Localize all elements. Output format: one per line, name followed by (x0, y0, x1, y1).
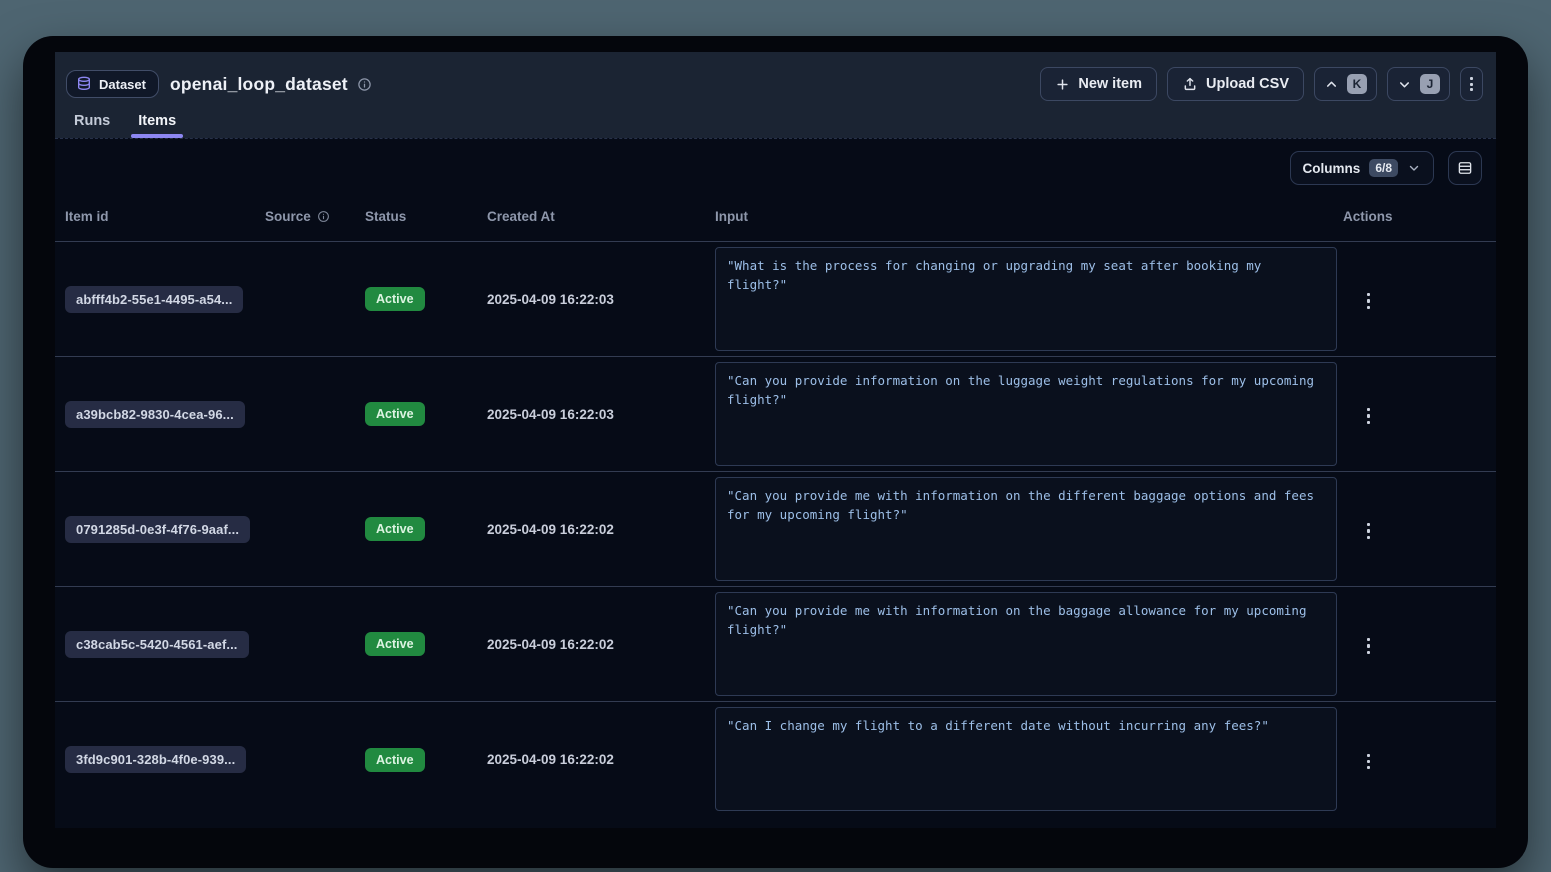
page-title: openai_loop_dataset (170, 74, 348, 95)
table-row[interactable]: 3fd9c901-328b-4f0e-939... Active 2025-04… (55, 702, 1496, 817)
row-height-button[interactable] (1448, 151, 1482, 185)
keycap-j: J (1420, 74, 1440, 94)
row-actions-menu-button[interactable] (1361, 287, 1376, 315)
app-header: Dataset openai_loop_dataset New item Upl… (55, 52, 1496, 138)
item-id-pill[interactable]: c38cab5c-5420-4561-aef... (65, 631, 249, 658)
table-row[interactable]: c38cab5c-5420-4561-aef... Active 2025-04… (55, 587, 1496, 702)
row-actions-menu-button[interactable] (1361, 632, 1376, 660)
column-header-input: Input (715, 209, 1343, 224)
header-overflow-menu-button[interactable] (1460, 67, 1483, 101)
chevron-down-icon (1397, 77, 1412, 92)
status-badge: Active (365, 517, 425, 541)
input-json-box[interactable]: "Can you provide me with information on … (715, 477, 1337, 581)
items-panel: Columns 6/8 Item id Source Status Create… (55, 138, 1496, 828)
column-header-status: Status (365, 209, 487, 224)
input-json-box[interactable]: "What is the process for changing or upg… (715, 247, 1337, 351)
status-badge: Active (365, 632, 425, 656)
table-toolbar: Columns 6/8 (55, 139, 1496, 191)
new-item-button[interactable]: New item (1040, 67, 1157, 101)
column-header-created-at: Created At (487, 209, 715, 224)
kebab-icon (1470, 77, 1473, 91)
dataset-badge-label: Dataset (99, 77, 146, 92)
dataset-tabs: Runs Items (66, 113, 1483, 138)
created-at-cell: 2025-04-09 16:22:02 (487, 522, 715, 537)
table-row[interactable]: a39bcb82-9830-4cea-96... Active 2025-04-… (55, 357, 1496, 472)
item-id-pill[interactable]: abfff4b2-55e1-4495-a54... (65, 286, 243, 313)
upload-csv-label: Upload CSV (1206, 76, 1289, 92)
columns-label: Columns (1303, 161, 1361, 176)
row-actions-menu-button[interactable] (1361, 517, 1376, 545)
source-header-label: Source (265, 209, 311, 224)
next-item-button[interactable]: J (1387, 67, 1450, 101)
table-row[interactable]: 0791285d-0e3f-4f76-9aaf... Active 2025-0… (55, 472, 1496, 587)
created-at-cell: 2025-04-09 16:22:03 (487, 407, 715, 422)
info-icon[interactable] (317, 210, 330, 223)
new-item-label: New item (1078, 76, 1142, 92)
chevron-up-icon (1324, 77, 1339, 92)
column-header-item-id: Item id (65, 209, 265, 224)
created-at-cell: 2025-04-09 16:22:02 (487, 752, 715, 767)
status-badge: Active (365, 287, 425, 311)
dataset-type-badge: Dataset (66, 70, 159, 98)
status-badge: Active (365, 402, 425, 426)
row-actions-menu-button[interactable] (1361, 748, 1376, 776)
upload-csv-button[interactable]: Upload CSV (1167, 67, 1304, 101)
item-id-pill[interactable]: a39bcb82-9830-4cea-96... (65, 401, 245, 428)
item-id-pill[interactable]: 0791285d-0e3f-4f76-9aaf... (65, 516, 250, 543)
table-rows-icon (1456, 159, 1474, 177)
column-header-actions: Actions (1343, 209, 1496, 224)
input-json-box[interactable]: "Can I change my flight to a different d… (715, 707, 1337, 811)
keycap-k: K (1347, 74, 1367, 94)
row-actions-menu-button[interactable] (1361, 402, 1376, 430)
status-badge: Active (365, 748, 425, 772)
columns-count-badge: 6/8 (1369, 159, 1398, 177)
app-window: Dataset openai_loop_dataset New item Upl… (23, 36, 1528, 868)
title-info-icon[interactable] (357, 77, 372, 92)
column-header-source: Source (265, 209, 365, 224)
dataset-app: Dataset openai_loop_dataset New item Upl… (55, 52, 1496, 828)
table-row[interactable]: abfff4b2-55e1-4495-a54... Active 2025-04… (55, 242, 1496, 357)
header-top-row: Dataset openai_loop_dataset New item Upl… (66, 64, 1483, 104)
prev-item-button[interactable]: K (1314, 67, 1377, 101)
upload-icon (1182, 76, 1198, 92)
database-icon (76, 76, 92, 92)
plus-icon (1055, 77, 1070, 92)
input-json-box[interactable]: "Can you provide information on the lugg… (715, 362, 1337, 466)
created-at-cell: 2025-04-09 16:22:02 (487, 637, 715, 652)
columns-dropdown[interactable]: Columns 6/8 (1290, 151, 1434, 185)
created-at-cell: 2025-04-09 16:22:03 (487, 292, 715, 307)
chevron-down-icon (1407, 161, 1421, 175)
item-id-pill[interactable]: 3fd9c901-328b-4f0e-939... (65, 746, 246, 773)
input-json-box[interactable]: "Can you provide me with information on … (715, 592, 1337, 696)
tab-items[interactable]: Items (138, 113, 176, 138)
tab-runs[interactable]: Runs (74, 113, 110, 138)
table-header-row: Item id Source Status Created At Input A… (55, 191, 1496, 242)
